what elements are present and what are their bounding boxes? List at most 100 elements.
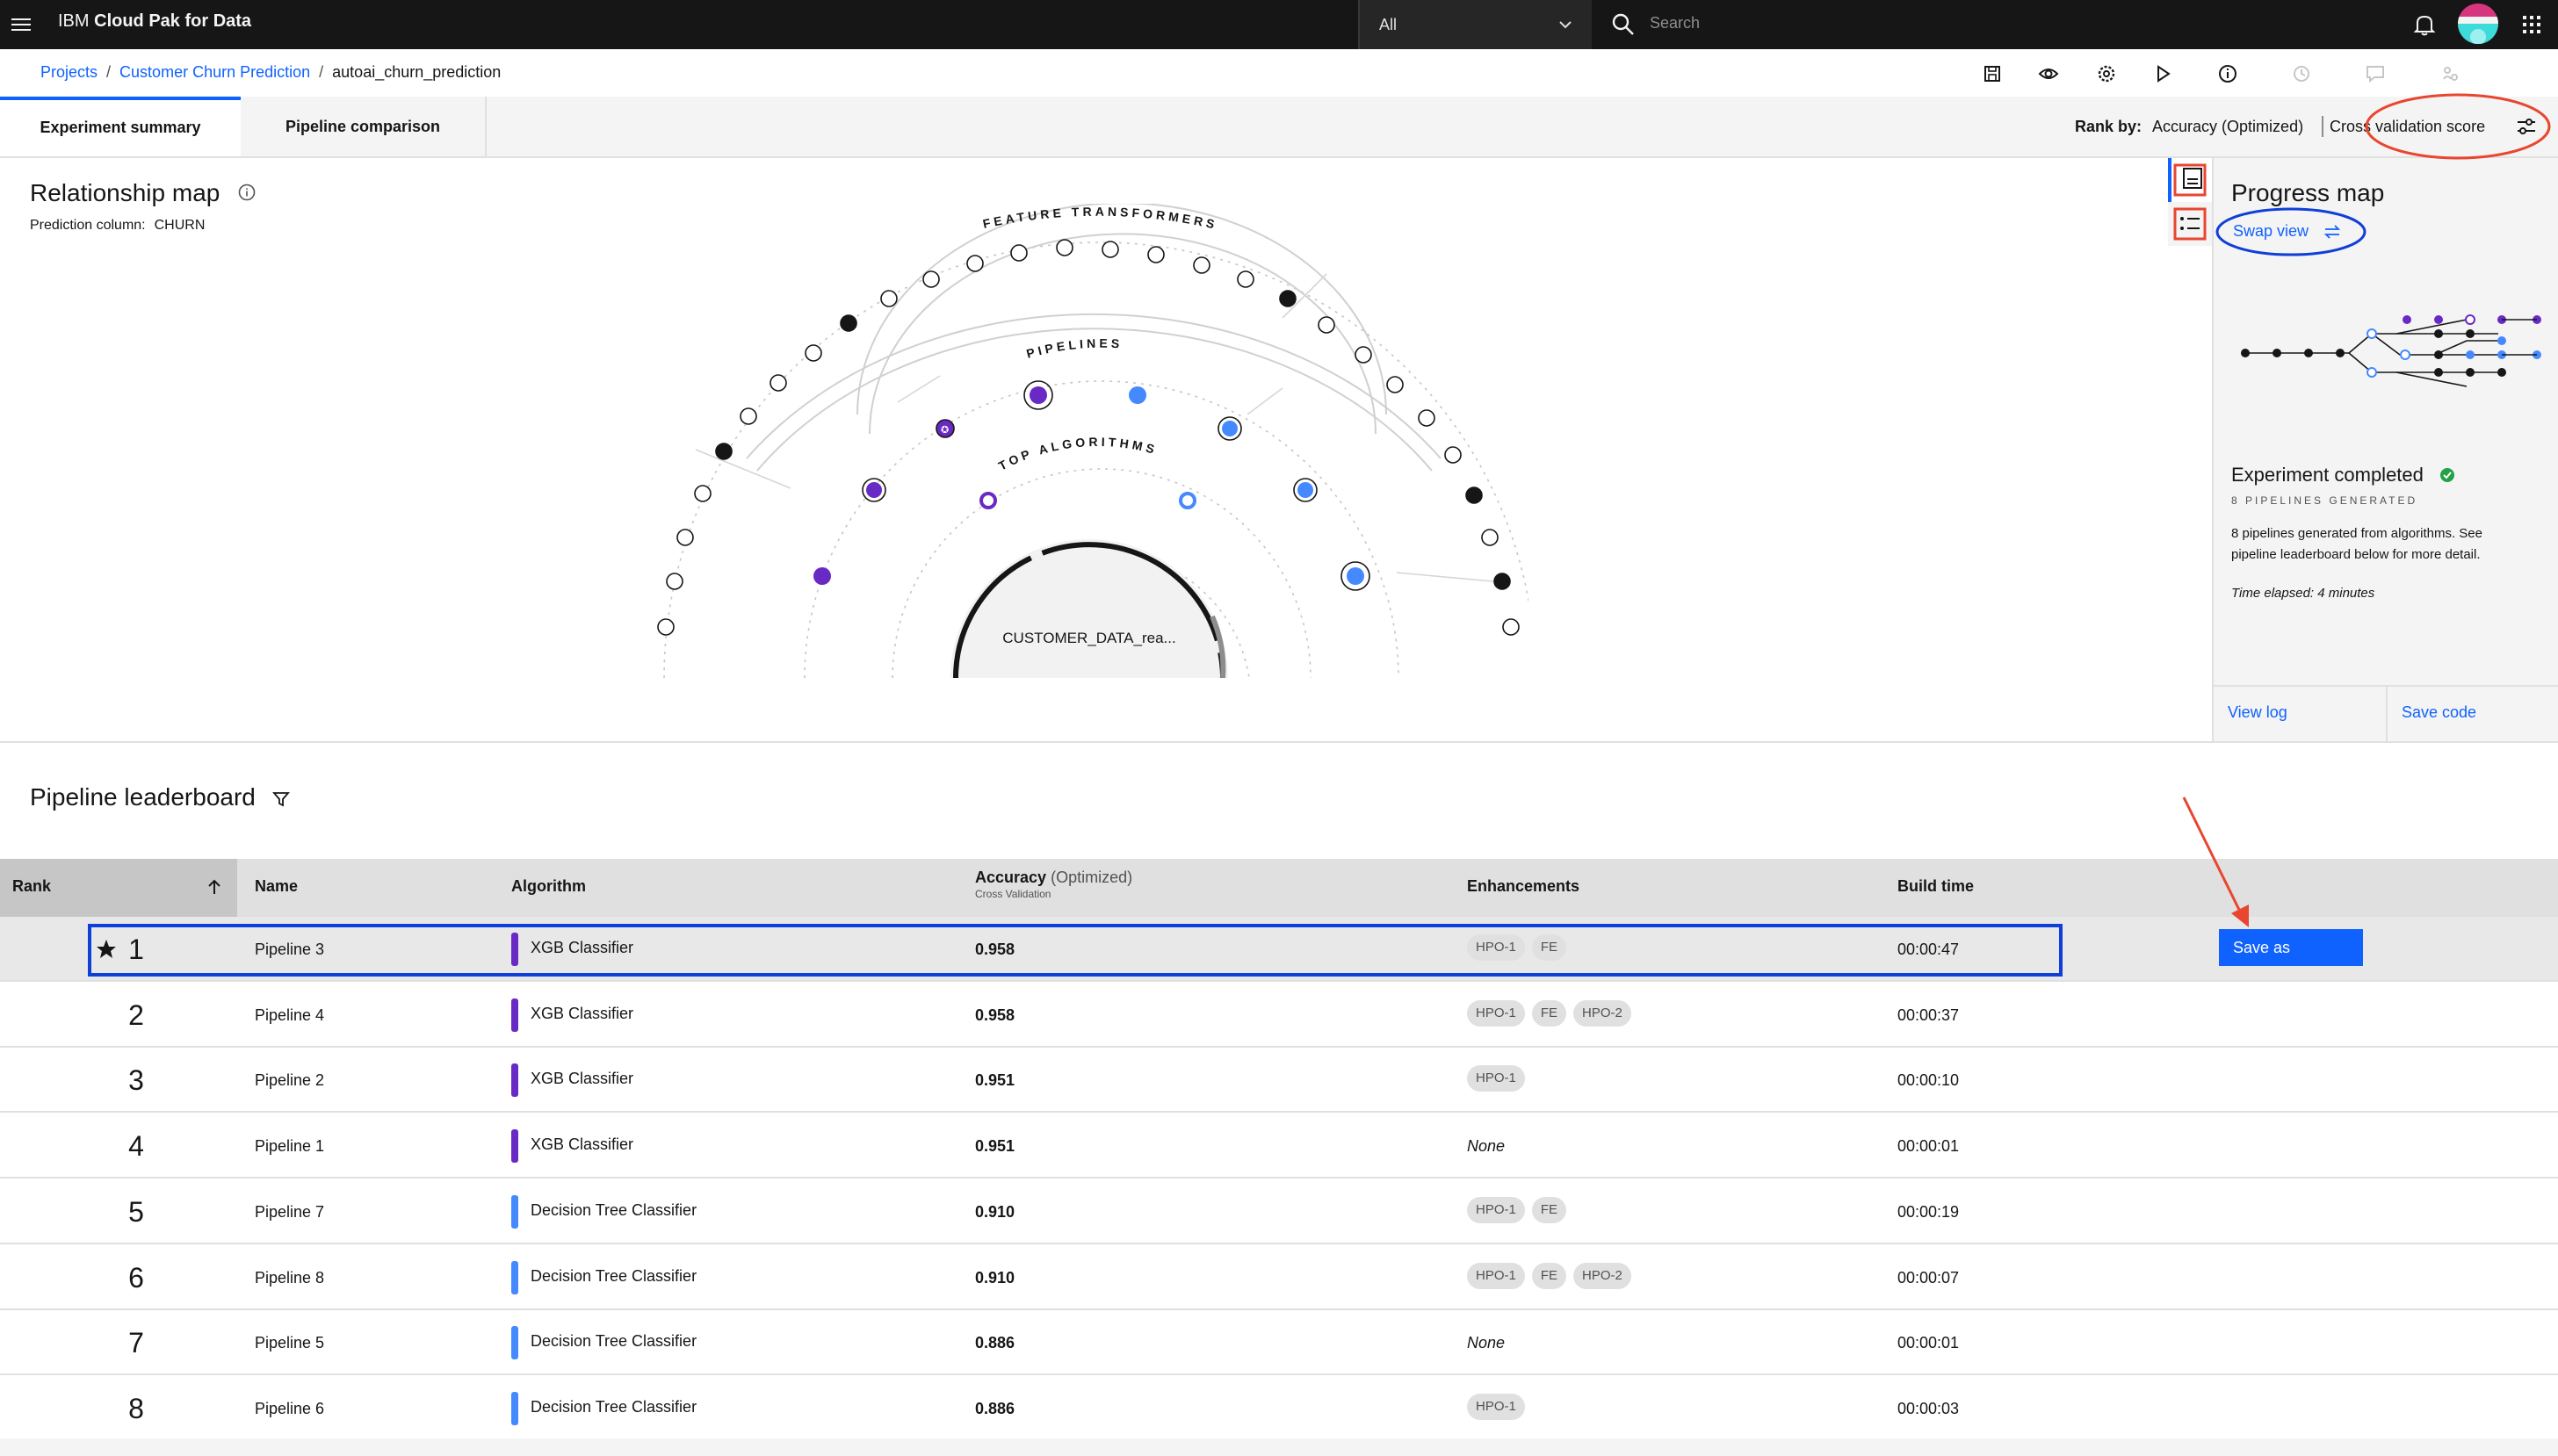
save-code-link[interactable]: Save code <box>2402 701 2476 724</box>
table-row[interactable]: 3 Pipeline 2 XGB Classifier 0.951 HPO-1 00:00… <box>0 1048 2558 1114</box>
prediction-column: Prediction column: CHURN <box>30 216 205 235</box>
table-row[interactable]: 1 Pipeline 3 XGB Classifier 0.958 HPO-1 FE 00:… <box>0 917 2558 982</box>
chevron-down-icon <box>1559 21 1572 29</box>
swap-arrows-icon[interactable] <box>2323 223 2342 241</box>
hamburger-menu-icon[interactable] <box>9 12 33 37</box>
view-eye-icon[interactable] <box>2036 61 2061 86</box>
breadcrumb-toolbar-row: Projects / Customer Churn Prediction / autoa… <box>0 49 2558 97</box>
column-header-rank[interactable]: Rank <box>12 859 51 917</box>
swap-view-link[interactable]: Swap view <box>2233 220 2309 242</box>
table-row[interactable]: 7 Pipeline 5 Decision Tree Classifier 0.886… <box>0 1310 2558 1376</box>
view-log-link[interactable]: View log <box>2228 701 2287 724</box>
global-search[interactable]: Search <box>1592 0 2409 49</box>
pipeline-name-cell[interactable]: Pipeline 5 <box>255 1310 324 1375</box>
enhancement-tag: FE <box>1531 1196 1567 1223</box>
search-input[interactable]: Search <box>1650 11 1700 35</box>
rank-cell: 7 <box>128 1327 144 1359</box>
rank-by-metric[interactable]: Accuracy (Optimized) <box>2152 118 2303 135</box>
filter-icon[interactable] <box>271 789 292 810</box>
pipeline-name-cell[interactable]: Pipeline 4 <box>255 983 324 1048</box>
breadcrumb-projects[interactable]: Projects <box>40 63 98 81</box>
tab-pipeline-comparison[interactable]: Pipeline comparison <box>241 97 487 156</box>
leaderboard-header <box>0 859 2558 917</box>
relationship-map-graph[interactable]: FEATURE TRANSFORMERS PIPELINES TOP ALGOR… <box>650 204 1528 678</box>
checkmark-success-icon <box>2440 468 2454 482</box>
dataset-name: CUSTOMER_DATA_rea... <box>1002 630 1175 646</box>
algorithm-cell: XGB Classifier <box>531 1004 634 1022</box>
rank-cell: 6 <box>128 1261 144 1294</box>
enhancements-cell: None <box>1467 1131 1505 1161</box>
tab-experiment-summary[interactable]: Experiment summary <box>0 97 241 156</box>
pipeline-name-cell[interactable]: Pipeline 8 <box>255 1245 324 1310</box>
algorithm-color-bar <box>511 1129 518 1164</box>
algorithm-cell: Decision Tree Classifier <box>531 1266 697 1285</box>
info-icon[interactable] <box>2215 61 2240 86</box>
actions-divider <box>2386 685 2388 741</box>
algorithm-color-bar <box>511 1326 518 1360</box>
build-time-cell: 00:00:37 <box>1897 1006 1960 1024</box>
adjust-settings-icon[interactable] <box>2514 114 2539 139</box>
column-header-algorithm[interactable]: Algorithm <box>511 859 586 917</box>
section-divider <box>0 741 2558 743</box>
dataset-center-node[interactable]: CUSTOMER_DATA_rea... <box>950 539 1228 678</box>
pipeline-name-cell[interactable]: Pipeline 3 <box>255 917 324 982</box>
rank-by-divider <box>2322 116 2323 137</box>
table-row[interactable]: 4 Pipeline 1 XGB Classifier 0.951 None 00:00:… <box>0 1114 2558 1179</box>
rank-by-selector[interactable]: Rank by: Accuracy (Optimized) <box>2075 97 2303 156</box>
table-row[interactable]: 8 Pipeline 6 Decision Tree Classifier 0.886… <box>0 1376 2558 1441</box>
relationship-map-title: Relationship map <box>30 179 220 206</box>
accuracy-cell: 0.886 <box>975 1334 1015 1352</box>
table-row[interactable]: 5 Pipeline 7 Decision Tree Classifier 0.910… <box>0 1179 2558 1244</box>
top-algorithm-nodes[interactable] <box>979 492 1196 509</box>
progress-map-graph[interactable] <box>2238 299 2546 395</box>
column-header-name[interactable]: Name <box>255 859 298 917</box>
build-time-cell: 00:00:07 <box>1897 1268 1960 1287</box>
leaderboard-title: Pipeline leaderboard <box>30 783 256 811</box>
build-time-cell: 00:00:03 <box>1897 1399 1960 1417</box>
app-switcher-icon[interactable] <box>2519 12 2544 37</box>
experiment-status: Experiment completed <box>2231 464 2424 486</box>
algorithm-cell: Decision Tree Classifier <box>531 1332 697 1351</box>
save-as-button[interactable]: Save as <box>2219 929 2363 966</box>
accuracy-cell: 0.910 <box>975 1268 1015 1287</box>
accuracy-label: Accuracy <box>975 869 1047 886</box>
graph-view-toggle[interactable] <box>2168 158 2217 202</box>
column-header-build-time[interactable]: Build time <box>1897 859 1974 917</box>
breadcrumb-current: autoai_churn_prediction <box>332 63 502 81</box>
accuracy-cell: 0.958 <box>975 1006 1015 1024</box>
enhancement-tag: HPO-1 <box>1467 1065 1525 1092</box>
notification-bell-icon[interactable] <box>2409 9 2440 40</box>
column-header-enhancements[interactable]: Enhancements <box>1467 859 1579 917</box>
breadcrumb-project[interactable]: Customer Churn Prediction <box>119 63 310 81</box>
product-name[interactable]: IBM Cloud Pak for Data <box>58 9 251 33</box>
pipeline-name-cell[interactable]: Pipeline 7 <box>255 1179 324 1244</box>
accuracy-cell: 0.910 <box>975 1202 1015 1221</box>
enhancements-cell: None <box>1467 1328 1505 1358</box>
progress-map-title: Progress map <box>2231 179 2385 206</box>
enhancement-tag: HPO-1 <box>1467 1262 1525 1289</box>
history-icon[interactable] <box>2289 61 2314 86</box>
pipeline-name-cell[interactable]: Pipeline 2 <box>255 1048 324 1113</box>
comments-icon[interactable] <box>2363 61 2388 86</box>
pipeline-name-cell[interactable]: Pipeline 6 <box>255 1376 324 1441</box>
accuracy-cell: 0.958 <box>975 941 1015 958</box>
table-row[interactable]: 6 Pipeline 8 Decision Tree Classifier 0.910… <box>0 1245 2558 1310</box>
ring-label-top-algorithms: TOP ALGORITHMS <box>996 435 1160 473</box>
enhancements-none: None <box>1467 1137 1506 1156</box>
breadcrumb-separator: / <box>106 63 112 81</box>
accuracy-cell: 0.951 <box>975 1137 1015 1156</box>
cross-validation-score-toggle[interactable]: Cross validation score <box>2330 97 2485 156</box>
tabs-row: Experiment summary Pipeline comparison R… <box>0 97 2558 158</box>
settings-gear-icon[interactable] <box>2094 61 2119 86</box>
sort-arrow-up-icon[interactable] <box>204 876 225 897</box>
search-scope-dropdown[interactable]: All <box>1358 0 1593 49</box>
list-view-toggle[interactable] <box>2168 202 2217 246</box>
user-avatar[interactable] <box>2458 4 2498 44</box>
info-icon[interactable] <box>237 183 257 202</box>
table-row[interactable]: 2 Pipeline 4 XGB Classifier 0.958 HPO-1 FE HPO… <box>0 983 2558 1048</box>
save-icon[interactable] <box>1980 61 2005 86</box>
run-play-icon[interactable] <box>2150 61 2175 86</box>
pipeline-name-cell[interactable]: Pipeline 1 <box>255 1114 324 1178</box>
algorithm-color-bar <box>511 1063 518 1098</box>
collaborators-icon[interactable] <box>2439 61 2463 86</box>
